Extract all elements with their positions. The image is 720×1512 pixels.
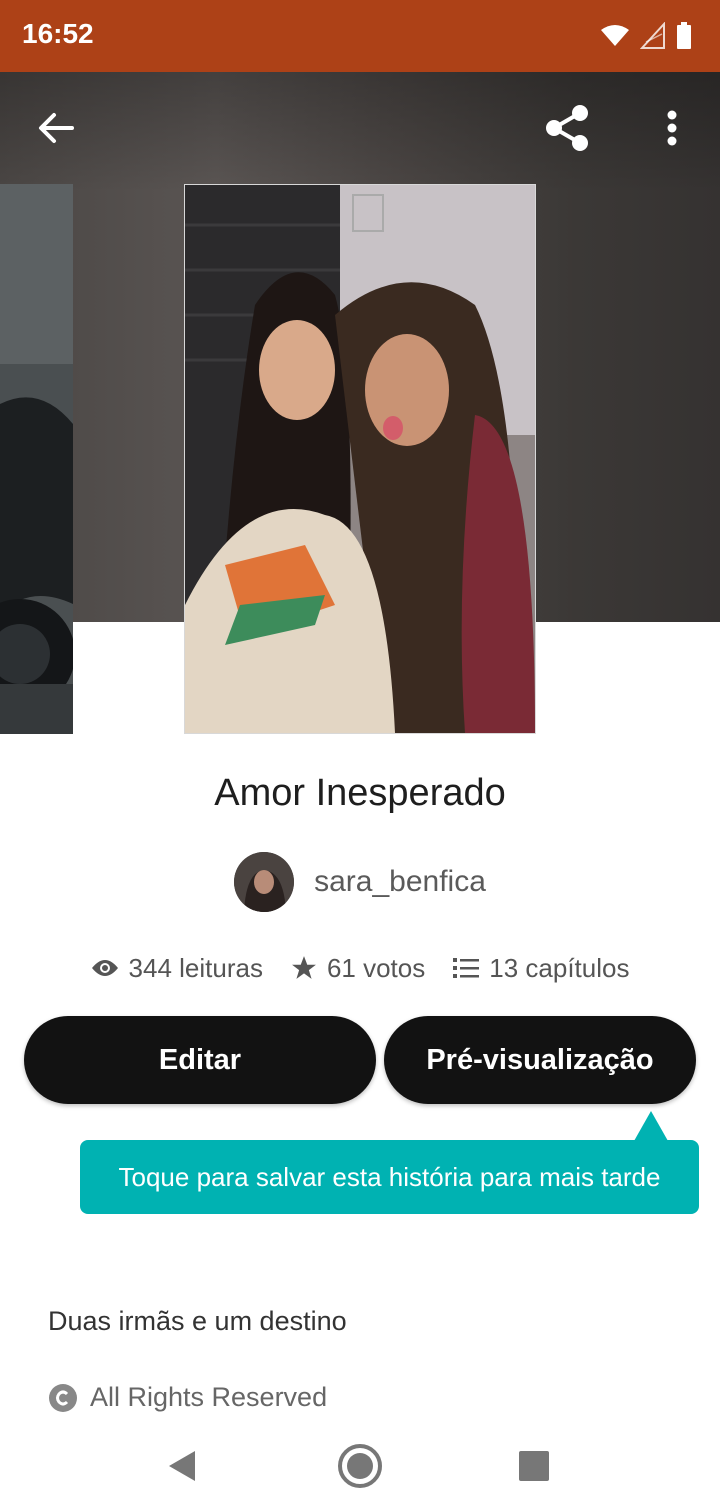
story-stats: 344 leituras 61 votos 13 capítulos [0,948,720,988]
votes-stat: 61 votos [291,953,425,984]
cover-photo [185,185,535,733]
reads-count: 344 leituras [128,952,263,983]
share-button[interactable] [535,96,599,160]
story-title: Amor Inesperado [214,772,506,814]
system-nav-bar [0,1420,720,1512]
story-description: Duas irmãs e um destino [48,1306,347,1336]
list-icon [453,958,480,978]
more-options-button[interactable] [640,96,704,160]
edit-button[interactable]: Editar [24,1016,376,1104]
status-time: 16:52 [22,18,94,49]
story-cover[interactable] [184,184,536,734]
copyright-row: All Rights Reserved [48,1382,327,1413]
home-circle-icon [338,1444,382,1488]
nav-home-button[interactable] [330,1438,390,1494]
hero-fade [0,72,720,192]
status-bar: 16:52 [0,0,720,72]
back-triangle-icon [169,1451,195,1481]
copyright-icon [49,1383,77,1412]
nav-recents-button[interactable] [504,1438,564,1494]
cell-signal-icon [640,22,665,49]
nav-back-button[interactable] [152,1438,212,1494]
arrow-left-icon [39,113,74,143]
previous-story-cover[interactable] [0,184,73,734]
share-icon [546,105,588,151]
save-tooltip[interactable]: Toque para salvar esta história para mai… [80,1140,699,1214]
author-row[interactable]: sara_benfica [0,852,720,912]
battery-icon [677,22,691,49]
wifi-icon [601,25,629,46]
chapters-stat: 13 capítulos [453,953,629,984]
copyright-text: All Rights Reserved [90,1382,328,1412]
avatar[interactable] [234,852,295,912]
avatar-image [234,852,295,912]
tooltip-arrow [634,1111,668,1141]
recents-square-icon [519,1451,549,1481]
reads-stat: 344 leituras [91,953,263,984]
motorcycle-image [0,184,73,734]
votes-count: 61 votos [326,952,426,983]
eye-icon [91,960,118,976]
author-name[interactable]: sara_benfica [314,865,486,899]
more-vertical-icon [667,110,677,146]
back-button[interactable] [24,96,88,160]
chapters-count: 13 capítulos [489,952,630,983]
status-icons [600,22,692,50]
preview-button[interactable]: Pré-visualização [384,1016,696,1104]
star-icon [292,956,316,979]
